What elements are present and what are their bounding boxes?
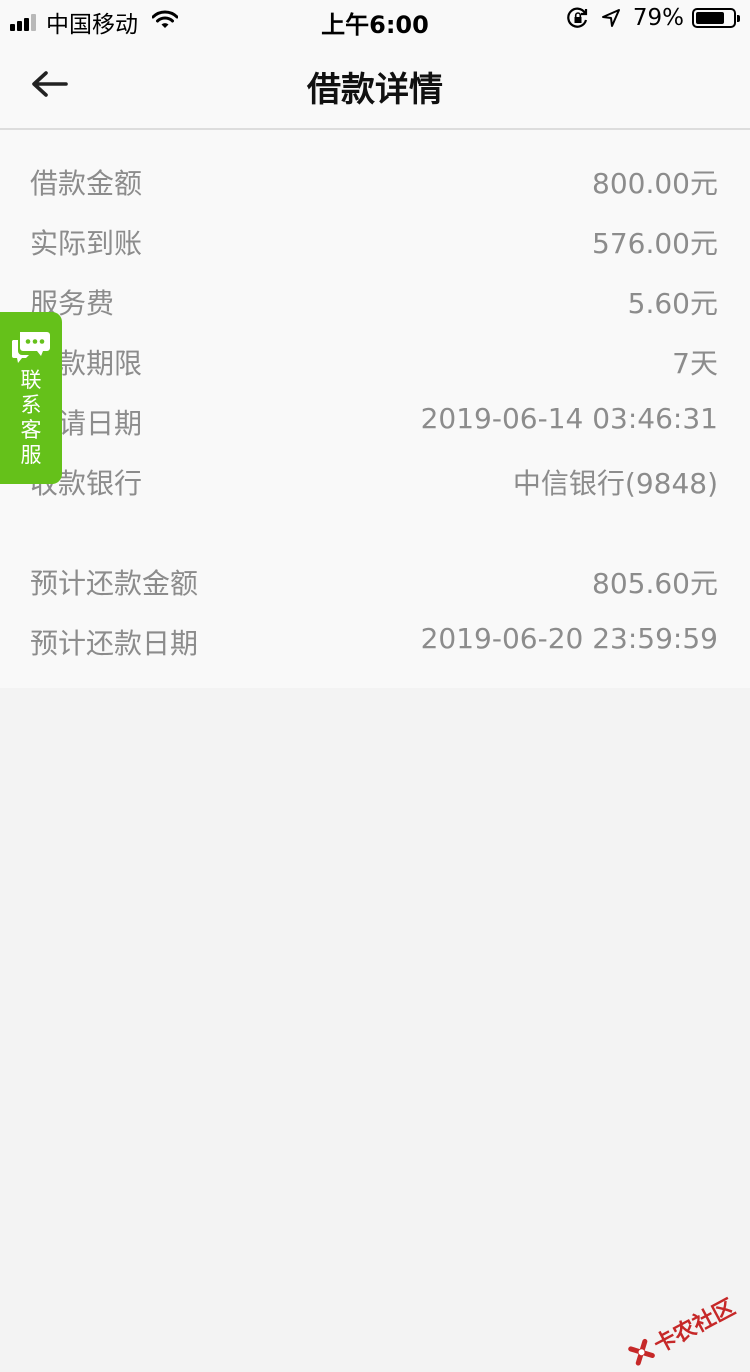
rotation-lock-icon — [567, 7, 589, 29]
nav-bar: 借款详情 — [0, 40, 750, 130]
detail-value: 7天 — [672, 347, 718, 380]
detail-row-apply-date: 申请日期 2019-06-14 03:46:31 — [0, 388, 750, 448]
detail-label: 借款金额 — [30, 167, 143, 200]
detail-value: 中信银行(9848) — [512, 467, 718, 500]
detail-label: 实际到账 — [30, 227, 143, 260]
detail-row-loan-amount: 借款金额 800.00元 — [0, 148, 750, 208]
contact-service-button[interactable]: 联 系 客 服 — [0, 312, 62, 484]
service-char: 系 — [20, 393, 42, 417]
detail-label: 预计还款日期 — [30, 627, 199, 660]
detail-row-repay-amount: 预计还款金额 805.60元 — [0, 548, 750, 608]
service-char: 客 — [20, 418, 42, 442]
service-char: 服 — [20, 443, 42, 467]
battery-icon — [692, 8, 740, 28]
detail-row-service-fee: 服务费 5.60元 — [0, 268, 750, 328]
detail-value: 2019-06-14 03:46:31 — [420, 402, 718, 435]
watermark-text: 卡农社区 — [650, 1295, 740, 1359]
detail-value: 2019-06-20 23:59:59 — [420, 622, 718, 655]
detail-row-repay-date: 预计还款日期 2019-06-20 23:59:59 — [0, 608, 750, 668]
location-arrow-icon — [601, 8, 621, 28]
service-char: 联 — [20, 368, 42, 392]
status-right: 79% — [567, 5, 740, 31]
battery-percent: 79% — [632, 5, 684, 31]
status-bar: 中国移动 上午6:00 79% — [0, 0, 750, 40]
page-title: 借款详情 — [307, 70, 443, 110]
chat-bubble-icon — [11, 330, 51, 368]
detail-value: 576.00元 — [592, 227, 718, 260]
detail-value: 800.00元 — [592, 167, 718, 200]
watermark-logo-icon — [628, 1338, 655, 1366]
detail-row-actual-received: 实际到账 576.00元 — [0, 208, 750, 268]
detail-label: 预计还款金额 — [30, 567, 199, 600]
detail-value: 5.60元 — [627, 287, 718, 320]
detail-row-loan-term: 借款期限 7天 — [0, 328, 750, 388]
battery-fill — [696, 12, 725, 24]
loan-details: 借款金额 800.00元 实际到账 576.00元 服务费 5.60元 借款期限… — [0, 130, 750, 688]
contact-service-label: 联 系 客 服 — [0, 368, 62, 468]
detail-value: 805.60元 — [592, 567, 718, 600]
detail-row-receiving-bank: 收款银行 中信银行(9848) — [0, 448, 750, 508]
watermark: 卡农社区 — [624, 1290, 740, 1372]
